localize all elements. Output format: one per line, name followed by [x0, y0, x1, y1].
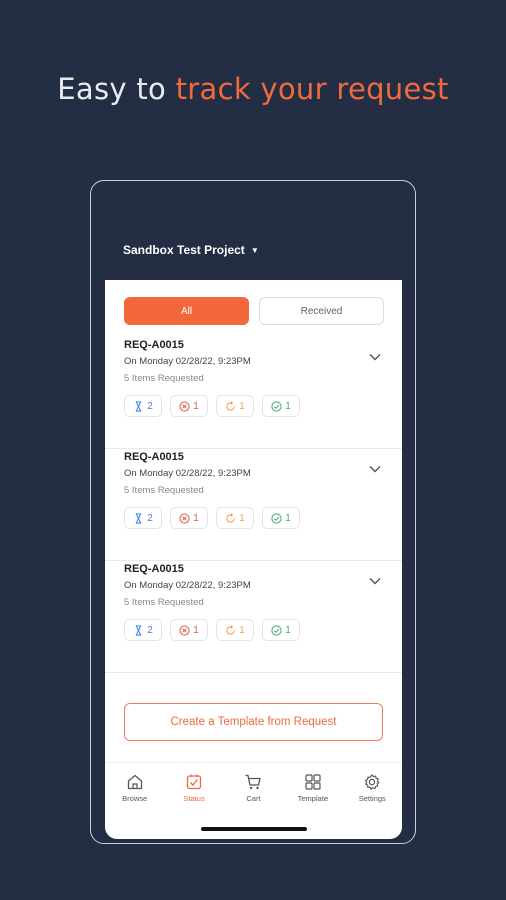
request-date: On Monday 02/28/22, 9:23PM [124, 356, 251, 367]
check-circle-icon [271, 624, 282, 636]
nav-item-template[interactable]: Template [287, 763, 339, 813]
approved-count: 1 [285, 512, 291, 524]
status-badges: 2 1 1 1 [124, 619, 300, 641]
status-icon [186, 774, 202, 790]
approved-count: 1 [285, 624, 291, 636]
request-card[interactable]: REQ-A0015 On Monday 02/28/22, 9:23PM 5 I… [105, 337, 402, 449]
request-card[interactable]: REQ-A0015 On Monday 02/28/22, 9:23PM 5 I… [105, 449, 402, 561]
nav-label: Browse [122, 794, 148, 803]
refresh-icon [226, 624, 235, 635]
request-items-count: 5 Items Requested [124, 485, 204, 496]
x-circle-icon [179, 512, 190, 524]
nav-item-settings[interactable]: Settings [346, 763, 398, 813]
nav-label: Template [297, 794, 329, 803]
pending-count: 2 [147, 400, 153, 412]
request-id: REQ-A0015 [124, 339, 184, 351]
bottom-nav: Browse Status Cart Template Settings [105, 762, 402, 813]
rejected-badge: 1 [170, 395, 208, 417]
nav-item-browse[interactable]: Browse [109, 763, 161, 813]
processing-badge: 1 [216, 619, 254, 641]
project-name: Sandbox Test Project [123, 243, 245, 257]
chevron-down-icon[interactable] [368, 574, 382, 588]
x-circle-icon [179, 624, 190, 636]
headline-accent: track your request [175, 72, 449, 106]
caret-down-icon: ▼ [250, 245, 259, 255]
status-badges: 2 1 1 1 [124, 395, 300, 417]
tab-received[interactable]: Received [259, 297, 384, 325]
processing-badge: 1 [216, 395, 254, 417]
gear-icon [365, 774, 380, 790]
status-badges: 2 1 1 1 [124, 507, 300, 529]
create-template-button[interactable]: Create a Template from Request [124, 703, 383, 741]
request-card[interactable]: REQ-A0015 On Monday 02/28/22, 9:23PM 5 I… [105, 561, 402, 673]
pending-badge: 2 [124, 507, 162, 529]
approved-badge: 1 [262, 507, 300, 529]
grid-icon [305, 774, 321, 790]
request-date: On Monday 02/28/22, 9:23PM [124, 468, 251, 479]
x-circle-icon [179, 400, 190, 412]
processing-count: 1 [239, 624, 245, 636]
app-screen: All Received REQ-A0015 On Monday 02/28/2… [105, 280, 402, 839]
processing-count: 1 [239, 400, 245, 412]
nav-label: Settings [358, 794, 386, 803]
rejected-count: 1 [193, 512, 199, 524]
approved-badge: 1 [262, 395, 300, 417]
pending-badge: 2 [124, 619, 162, 641]
hourglass-icon [135, 624, 142, 636]
nav-item-cart[interactable]: Cart [227, 763, 279, 813]
rejected-count: 1 [193, 624, 199, 636]
headline-prefix: Easy to [57, 72, 176, 106]
filter-tabs: All Received [124, 297, 384, 325]
request-id: REQ-A0015 [124, 563, 184, 575]
check-circle-icon [271, 400, 282, 412]
processing-count: 1 [239, 512, 245, 524]
rejected-count: 1 [193, 400, 199, 412]
refresh-icon [226, 400, 235, 411]
headline: Easy to track your request [0, 72, 506, 106]
nav-label: Status [183, 794, 205, 803]
nav-item-status[interactable]: Status [168, 763, 220, 813]
project-selector[interactable]: Sandbox Test Project ▼ [123, 243, 259, 257]
approved-count: 1 [285, 400, 291, 412]
request-date: On Monday 02/28/22, 9:23PM [124, 580, 251, 591]
check-circle-icon [271, 512, 282, 524]
pending-count: 2 [147, 624, 153, 636]
home-indicator [201, 827, 307, 831]
rejected-badge: 1 [170, 619, 208, 641]
home-icon [127, 774, 142, 790]
pending-badge: 2 [124, 395, 162, 417]
cart-icon [245, 774, 262, 790]
pending-count: 2 [147, 512, 153, 524]
refresh-icon [226, 512, 235, 523]
request-items-count: 5 Items Requested [124, 373, 204, 384]
processing-badge: 1 [216, 507, 254, 529]
request-items-count: 5 Items Requested [124, 597, 204, 608]
approved-badge: 1 [262, 619, 300, 641]
chevron-down-icon[interactable] [368, 462, 382, 476]
hourglass-icon [135, 400, 142, 412]
tab-all[interactable]: All [124, 297, 249, 325]
rejected-badge: 1 [170, 507, 208, 529]
chevron-down-icon[interactable] [368, 350, 382, 364]
hourglass-icon [135, 512, 142, 524]
request-id: REQ-A0015 [124, 451, 184, 463]
nav-label: Cart [246, 794, 261, 803]
